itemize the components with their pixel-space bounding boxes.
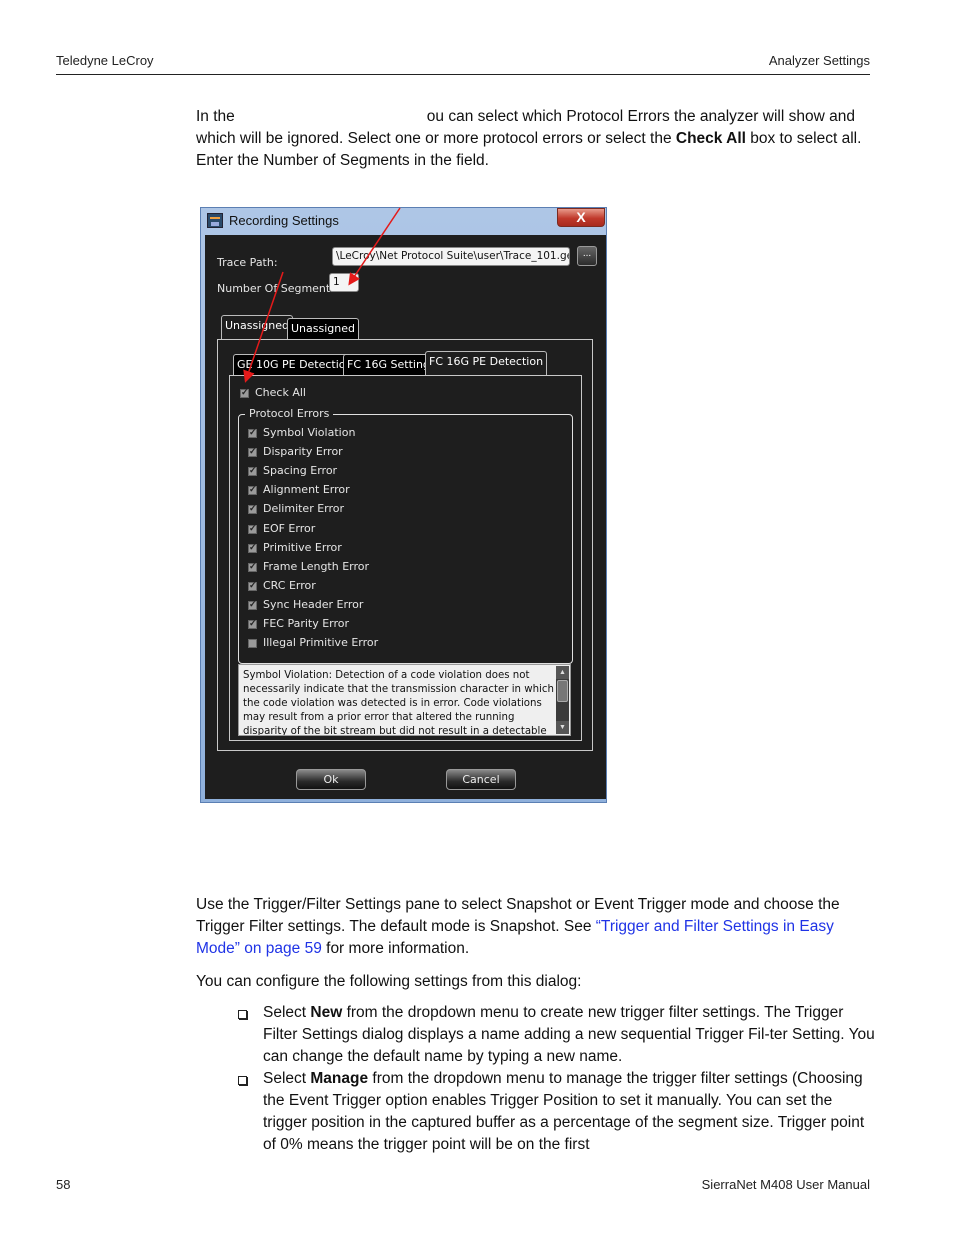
error-description-box: Symbol Violation: Detection of a code vi… bbox=[238, 664, 571, 736]
configure-paragraph: You can configure the following settings… bbox=[196, 973, 582, 990]
error-checkbox[interactable] bbox=[248, 484, 257, 496]
recording-settings-dialog: Recording Settings X Trace Path: \LeCroy… bbox=[200, 207, 607, 803]
error-label: Frame Length Error bbox=[263, 559, 370, 573]
error-label: Primitive Error bbox=[263, 540, 342, 554]
browse-button[interactable]: ... bbox=[577, 246, 597, 266]
tab-panel: Check All Protocol Errors Symbol Violati… bbox=[229, 375, 582, 741]
description-scrollbar[interactable]: ▲ ▼ bbox=[556, 666, 569, 734]
bullet-text: Select bbox=[263, 1070, 311, 1087]
protocol-errors-title: Protocol Errors bbox=[245, 407, 334, 420]
error-label: Spacing Error bbox=[263, 464, 338, 478]
error-label: EOF Error bbox=[263, 521, 316, 535]
dialog-body: Trace Path: \LeCroy\Net Protocol Suite\u… bbox=[205, 235, 606, 799]
error-label: Disparity Error bbox=[263, 445, 343, 459]
error-checkbox[interactable] bbox=[248, 427, 257, 438]
bullet-text: from the dropdown menu to create new tri… bbox=[263, 1004, 875, 1065]
port-tab-2[interactable]: Unassigned bbox=[287, 318, 359, 340]
error-description: Symbol Violation: Detection of a code vi… bbox=[243, 670, 554, 736]
segments-input[interactable]: 1 bbox=[329, 273, 359, 292]
bullet-item: Select New from the dropdown menu to cre… bbox=[236, 1002, 876, 1068]
trace-path-label: Trace Path: bbox=[217, 256, 278, 269]
scroll-thumb[interactable] bbox=[557, 680, 568, 702]
error-checkbox[interactable] bbox=[248, 599, 257, 610]
bullet-item: Select Manage from the dropdown menu to … bbox=[236, 1068, 876, 1156]
header-rule bbox=[56, 74, 870, 75]
bullet-box-icon bbox=[238, 1076, 247, 1085]
close-icon: X bbox=[576, 209, 586, 225]
intro-paragraph: In the ou can select which Protocol Error… bbox=[196, 106, 872, 172]
cancel-button[interactable]: Cancel bbox=[446, 769, 516, 790]
check-all-checkbox[interactable] bbox=[240, 387, 249, 398]
intro-bold: Check All bbox=[675, 130, 746, 147]
bullet-box-icon bbox=[238, 1010, 247, 1019]
dialog-title: Recording Settings bbox=[229, 213, 339, 228]
error-label: Illegal Primitive Error bbox=[263, 636, 379, 650]
tab-ge-10g-pe-detection[interactable]: GE 10G PE Detection bbox=[233, 354, 357, 376]
trigger-filter-paragraph: Use the Trigger/Filter Settings pane to … bbox=[196, 894, 872, 960]
bullet-bold: Manage bbox=[310, 1070, 369, 1087]
error-checkbox[interactable] bbox=[248, 523, 257, 534]
running-header-section: Analyzer Settings bbox=[768, 53, 870, 68]
scroll-up-icon[interactable]: ▲ bbox=[556, 666, 569, 679]
error-checkbox[interactable] bbox=[248, 503, 257, 515]
running-header-company: Teledyne LeCroy bbox=[56, 53, 154, 68]
error-label: CRC Error bbox=[263, 578, 316, 592]
port-tab-1[interactable]: Unassigned bbox=[221, 315, 293, 340]
protocol-errors-group: Protocol Errors Symbol Violation Disparit… bbox=[238, 407, 573, 664]
error-label: FEC Parity Error bbox=[263, 617, 350, 630]
error-label: Sync Header Error bbox=[263, 597, 364, 611]
error-label: Delimiter Error bbox=[263, 502, 345, 516]
bullet-bold: New bbox=[310, 1004, 343, 1021]
dialog-title-bar[interactable]: Recording Settings X bbox=[201, 208, 606, 235]
scroll-down-icon[interactable]: ▼ bbox=[556, 721, 569, 734]
check-all-label: Check All bbox=[255, 386, 306, 399]
error-checkbox[interactable] bbox=[248, 639, 257, 649]
section-text-end: for more information. bbox=[321, 940, 470, 957]
tab-fc-16g-setting[interactable]: FC 16G Setting bbox=[343, 354, 434, 376]
error-checkbox[interactable] bbox=[248, 465, 257, 477]
error-checkbox[interactable] bbox=[248, 561, 257, 572]
page-number: 58 bbox=[56, 1177, 71, 1192]
error-label: Alignment Error bbox=[263, 483, 350, 497]
bullet-list: Select New from the dropdown menu to cre… bbox=[236, 1002, 876, 1156]
ok-button[interactable]: Ok bbox=[296, 769, 366, 790]
error-checkbox[interactable] bbox=[248, 446, 257, 458]
segments-label: Number Of Segment: bbox=[217, 282, 334, 295]
error-label: Symbol Violation bbox=[263, 426, 356, 439]
close-button[interactable]: X bbox=[557, 208, 605, 227]
error-checkbox[interactable] bbox=[248, 580, 257, 591]
app-icon bbox=[207, 213, 223, 228]
intro-text-1: In the bbox=[196, 108, 235, 125]
bullet-text: Select bbox=[263, 1004, 311, 1021]
trace-path-input[interactable]: \LeCroy\Net Protocol Suite\user\Trace_10… bbox=[332, 247, 570, 266]
tab-fc-16g-pe-detection[interactable]: FC 16G PE Detection bbox=[425, 351, 548, 376]
error-checkbox[interactable] bbox=[248, 542, 257, 553]
error-checkbox[interactable] bbox=[248, 618, 257, 629]
running-footer-title: SierraNet M408 User Manual bbox=[701, 1177, 870, 1192]
